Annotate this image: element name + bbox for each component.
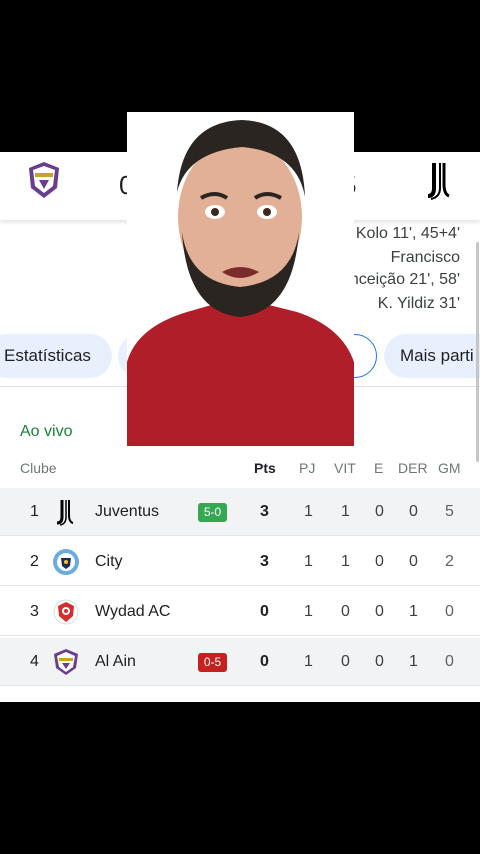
juventus-logo-icon [56,500,74,526]
row-gm: 2 [445,553,454,570]
row-der: 1 [409,603,418,620]
row-gm: 5 [445,503,454,520]
person-overlay [127,112,354,446]
row-position: 2 [30,553,39,570]
live-label: Ao vivo [20,423,73,440]
table-row[interactable]: 2 City 3 1 1 0 0 2 [0,538,480,586]
header-club: Clube [20,460,57,476]
header-pts: Pts [254,460,276,476]
row-pj: 1 [304,503,313,520]
header-vit: VIT [334,460,356,476]
row-pts: 0 [260,653,269,670]
row-pj: 1 [304,553,313,570]
tab-more-matches[interactable]: Mais parti [384,334,480,378]
row-team-name: Al Ain [95,653,136,670]
row-gm: 0 [445,653,454,670]
row-position: 1 [30,503,39,520]
row-vit: 1 [341,503,350,520]
row-e: 0 [375,653,384,670]
row-team-name: Juventus [95,503,160,520]
row-pj: 1 [304,653,313,670]
row-e: 0 [375,503,384,520]
row-e: 0 [375,603,384,620]
table-row[interactable]: 3 Wydad AC 0 1 0 0 1 0 [0,588,480,636]
table-row[interactable]: 4 Al Ain 0-5 0 1 0 0 1 0 [0,638,480,686]
row-pts: 3 [260,503,269,520]
row-vit: 0 [341,653,350,670]
row-der: 0 [409,553,418,570]
row-pj: 1 [304,603,313,620]
juventus-logo-icon[interactable] [422,160,456,200]
al-ain-crest-icon [54,649,78,675]
header-gm: GM [438,460,461,476]
header-e: E [374,460,384,476]
al-ain-crest-icon[interactable] [27,160,61,200]
row-der: 1 [409,653,418,670]
result-badge: 5-0 [198,503,227,522]
row-team-name: Wydad AC [95,603,171,620]
row-position: 4 [30,653,39,670]
person-figure [127,120,354,446]
header-pj: PJ [299,460,316,476]
row-pts: 3 [260,553,269,570]
row-vit: 1 [341,553,350,570]
row-der: 0 [409,503,418,520]
row-team-name: City [95,553,123,570]
row-gm: 0 [445,603,454,620]
row-vit: 0 [341,603,350,620]
manchester-city-crest-icon [53,549,79,575]
header-der: DER [398,460,428,476]
wydad-crest-icon [53,599,79,625]
table-header: Clube Pts PJ VIT E DER GM [0,456,480,482]
table-row[interactable]: 1 Juventus 5-0 3 1 1 0 0 5 [0,488,480,536]
result-badge: 0-5 [198,653,227,672]
row-position: 3 [30,603,39,620]
scrollbar[interactable] [476,242,479,462]
tab-statistics[interactable]: Estatísticas [0,334,112,378]
row-e: 0 [375,553,384,570]
row-pts: 0 [260,603,269,620]
